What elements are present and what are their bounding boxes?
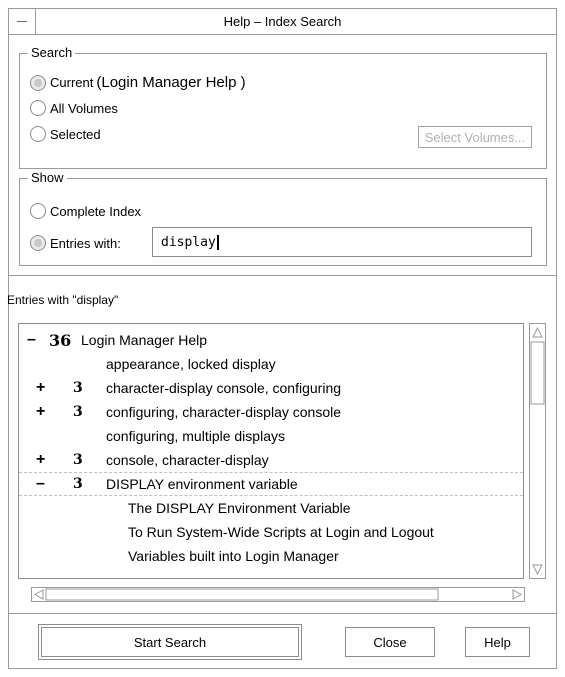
- list-item[interactable]: + 3 configuring, character-display conso…: [19, 400, 523, 424]
- vertical-scrollbar-graphics: [530, 326, 545, 576]
- current-volume-detail: (Login Manager Help ): [96, 74, 246, 91]
- search-all-volumes-option[interactable]: All Volumes: [30, 100, 118, 116]
- window-menu-button[interactable]: [9, 9, 36, 34]
- entry-label: Variables built into Login Manager: [128, 548, 339, 564]
- horizontal-scroll-thumb[interactable]: [45, 588, 439, 601]
- button-area-divider: [9, 613, 556, 614]
- radio-entries-with-label: Entries with:: [50, 235, 121, 251]
- start-search-button[interactable]: Start Search: [38, 624, 302, 660]
- entry-label: The DISPLAY Environment Variable: [128, 500, 351, 516]
- entry-count: 3: [73, 476, 83, 492]
- entry-count: 3: [73, 452, 83, 468]
- select-volumes-button[interactable]: Select Volumes...: [418, 126, 532, 148]
- radio-entries-with[interactable]: [30, 235, 46, 251]
- entry-label: configuring, multiple displays: [106, 428, 285, 444]
- scroll-up-arrow-icon[interactable]: [532, 326, 543, 338]
- list-item[interactable]: To Run System-Wide Scripts at Login and …: [19, 520, 523, 544]
- entry-label: appearance, locked display: [106, 356, 276, 372]
- expand-icon[interactable]: +: [36, 379, 45, 397]
- list-item[interactable]: appearance, locked display: [19, 352, 523, 376]
- text-caret: [216, 234, 219, 250]
- horizontal-scrollbar-graphics: [33, 588, 523, 601]
- radio-all-volumes-label: All Volumes: [50, 100, 118, 116]
- entry-label: configuring, character-display console: [106, 404, 342, 420]
- radio-selected-label: Selected: [50, 126, 101, 142]
- entry-count: 36: [49, 330, 72, 350]
- entry-label: console, character-display: [106, 452, 269, 468]
- entry-count: 3: [73, 380, 83, 396]
- entry-count: 3: [73, 404, 83, 420]
- search-current-option[interactable]: Current (Login Manager Help ): [30, 74, 246, 91]
- entries-with-input[interactable]: display: [152, 227, 532, 257]
- scroll-down-arrow-icon[interactable]: [532, 564, 543, 576]
- help-button[interactable]: Help: [465, 627, 530, 657]
- radio-complete-index-label: Complete Index: [50, 203, 142, 219]
- entries-with-value: display: [161, 234, 216, 250]
- collapse-icon[interactable]: –: [36, 475, 45, 493]
- vertical-scrollbar[interactable]: [529, 323, 546, 579]
- entry-label: To Run System-Wide Scripts at Login and …: [128, 524, 434, 540]
- list-item[interactable]: The DISPLAY Environment Variable: [19, 496, 523, 520]
- entry-label: character-display console, configuring: [106, 380, 342, 396]
- list-item[interactable]: configuring, multiple displays: [19, 424, 523, 448]
- expand-icon[interactable]: +: [36, 403, 45, 421]
- search-legend: Search: [28, 45, 76, 60]
- show-entries-with-option[interactable]: Entries with:: [30, 235, 121, 251]
- show-complete-index-option[interactable]: Complete Index: [30, 203, 141, 219]
- list-item[interactable]: + 3 character-display console, configuri…: [19, 376, 523, 400]
- list-item-focused[interactable]: – 3 DISPLAY environment variable: [19, 472, 523, 496]
- entry-label: Login Manager Help: [81, 332, 208, 348]
- collapse-icon[interactable]: –: [27, 331, 36, 349]
- list-item[interactable]: + 3 console, character-display: [19, 448, 523, 472]
- list-item[interactable]: Variables built into Login Manager: [19, 544, 523, 568]
- show-group: Show Complete Index Entries with: displa…: [19, 170, 547, 266]
- scroll-right-arrow-icon[interactable]: [512, 589, 523, 600]
- list-item[interactable]: – 36 Login Manager Help: [19, 328, 523, 352]
- window-menu-icon: [17, 21, 27, 22]
- section-divider: [9, 275, 556, 276]
- results-header: Entries with "display": [7, 293, 119, 307]
- radio-all-volumes[interactable]: [30, 100, 46, 116]
- search-group: Search Current (Login Manager Help ) All…: [19, 45, 547, 169]
- scroll-left-arrow-icon[interactable]: [33, 589, 44, 600]
- show-legend: Show: [28, 170, 67, 185]
- vertical-scroll-thumb[interactable]: [530, 341, 545, 405]
- radio-current[interactable]: [30, 74, 46, 91]
- close-button[interactable]: Close: [345, 627, 435, 657]
- radio-complete-index[interactable]: [30, 203, 46, 219]
- help-index-search-window: Help – Index Search Search Current (Logi…: [7, 8, 557, 669]
- results-list[interactable]: – 36 Login Manager Help appearance, lock…: [18, 323, 524, 579]
- horizontal-scrollbar[interactable]: [31, 587, 525, 602]
- title-bar[interactable]: Help – Index Search: [9, 9, 556, 35]
- expand-icon[interactable]: +: [36, 451, 45, 469]
- radio-selected[interactable]: [30, 126, 46, 142]
- entry-label: DISPLAY environment variable: [106, 476, 298, 492]
- search-selected-option[interactable]: Selected: [30, 126, 101, 142]
- window-title: Help – Index Search: [223, 14, 342, 29]
- radio-current-label: Current: [50, 75, 94, 90]
